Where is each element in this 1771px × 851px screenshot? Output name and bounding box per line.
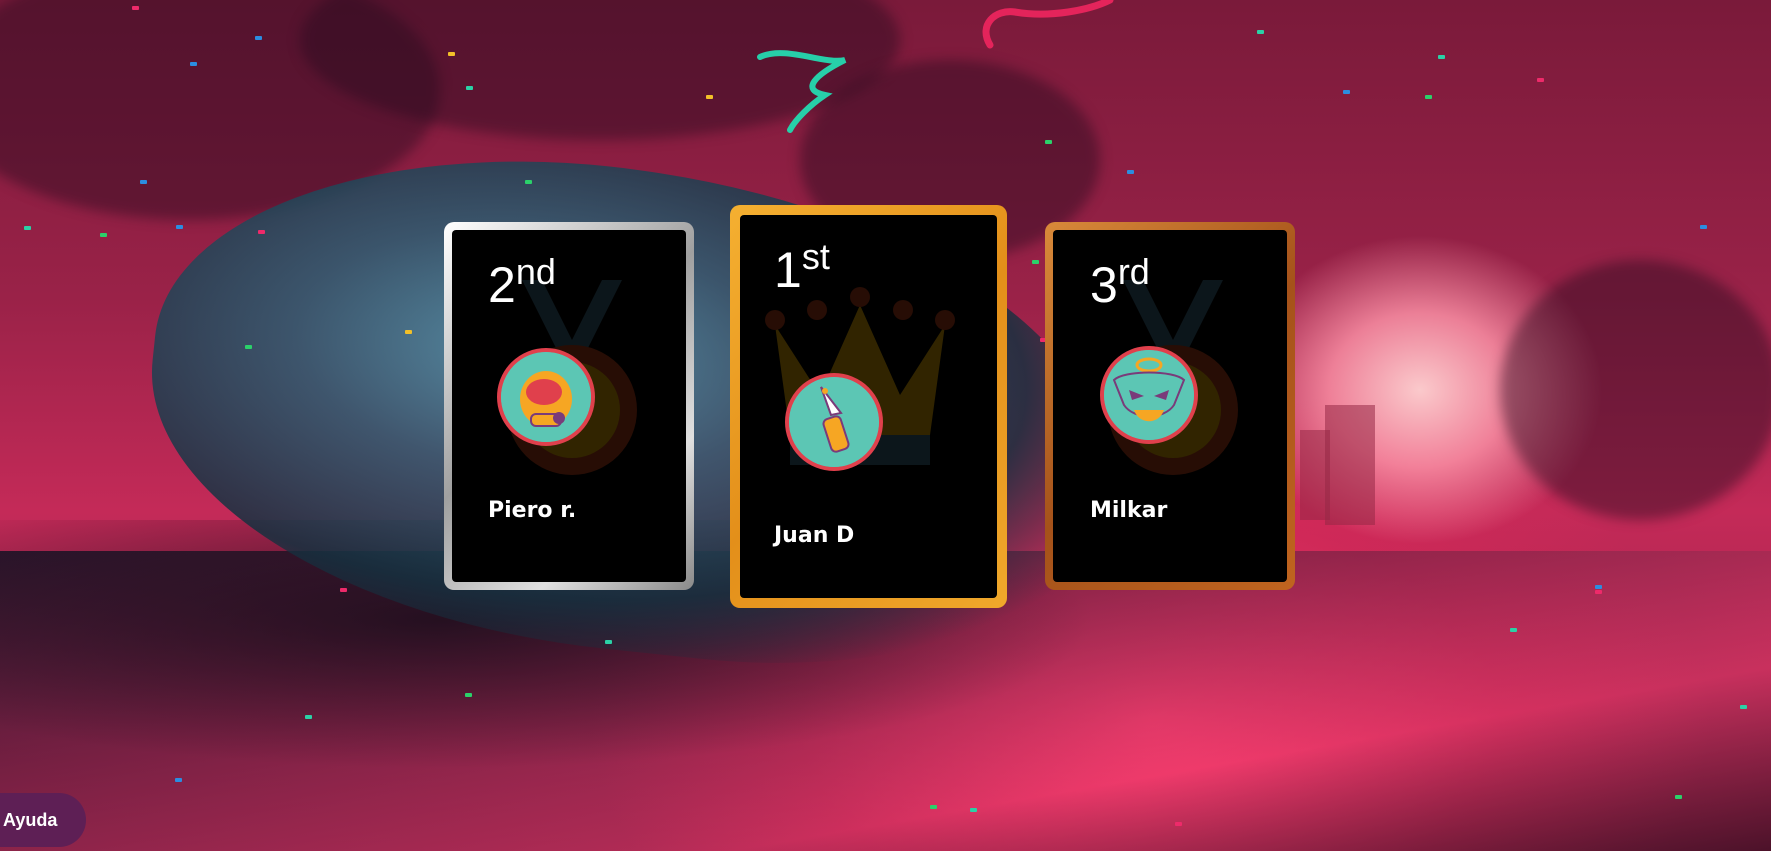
streamer-top	[982, 0, 1114, 49]
avatar	[1100, 346, 1198, 444]
podium-card-second: 2nd Piero r.	[444, 222, 694, 590]
avatar	[785, 373, 883, 471]
rank-label: 3rd	[1090, 251, 1150, 313]
alien-skull-icon	[1104, 350, 1194, 440]
player-name: Piero r.	[488, 498, 577, 523]
streamer-green	[757, 50, 847, 133]
avatar	[497, 348, 595, 446]
podium-card-first: 1st Juan D	[730, 205, 1007, 608]
podium-card-third: 3rd Milkar	[1045, 222, 1295, 590]
rocket-bottle-icon	[789, 377, 879, 467]
astronaut-helmet-icon	[501, 352, 591, 442]
player-name: Milkar	[1090, 498, 1168, 523]
player-name: Juan D	[774, 523, 855, 548]
rank-label: 1st	[774, 236, 830, 298]
help-button[interactable]: Ayuda	[0, 793, 86, 847]
rank-label: 2nd	[488, 251, 556, 313]
